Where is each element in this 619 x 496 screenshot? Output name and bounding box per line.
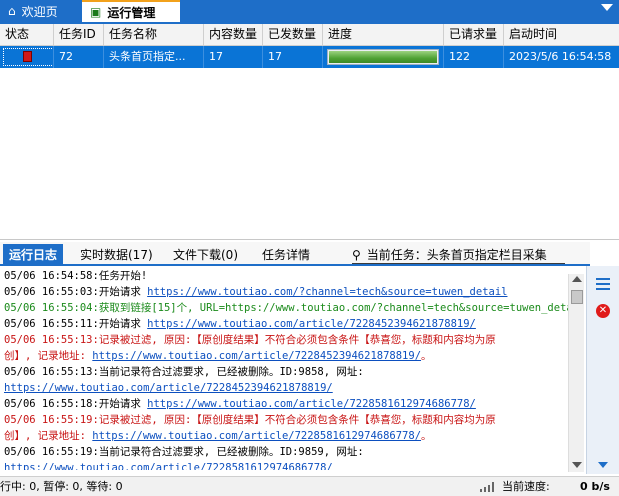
start-time-cell: 2023/5/6 16:54:58 — [509, 50, 612, 63]
column-header-status[interactable]: 状态 — [0, 24, 54, 46]
tab-welcome-label: 欢迎页 — [21, 4, 58, 19]
column-header-requested[interactable]: 已请求量 — [444, 24, 504, 46]
current-task-label: 当前任务：头条首页指定栏目采集 — [366, 248, 547, 262]
log-line-tail: 。 — [421, 350, 432, 362]
progress-cell — [323, 46, 444, 68]
log-line-text: 05/06 16:55:13:记录被过滤, 原因:【原创度结果】不符合必须包含条… — [4, 334, 496, 346]
log-line: 05/06 16:55:19:记录被过滤, 原因:【原创度结果】不符合必须包含条… — [2, 412, 568, 428]
task-grid: 状态 任务ID 任务名称 内容数量 已发数量 进度 已请求量 启动时间 72 头… — [0, 24, 619, 240]
log-link[interactable]: https://www.toutiao.com/?channel=tech&so… — [147, 286, 507, 298]
log-line-text: 05/06 16:54:58:任务开始! — [4, 270, 148, 282]
menu-icon[interactable] — [596, 278, 610, 290]
log-line: 05/06 16:55:11:开始请求 https://www.toutiao.… — [2, 316, 568, 332]
log-line-text: 05/06 16:55:11:开始请求 — [4, 318, 148, 330]
log-line: 创】, 记录地址: https://www.toutiao.com/articl… — [2, 428, 568, 444]
tab-run-management[interactable]: ▣ 运行管理 — [82, 0, 180, 22]
log-scrollbar[interactable] — [568, 274, 584, 472]
task-id-cell: 72 — [54, 46, 104, 68]
signal-icon — [480, 482, 494, 492]
monitor-icon: ▣ — [90, 5, 102, 19]
speed-value: 0 b/s — [580, 480, 610, 493]
status-bar: 行中: 0, 暂停: 0, 等待: 0 当前速度: 0 b/s — [0, 476, 619, 496]
tab-welcome[interactable]: ⌂ 欢迎页 — [0, 0, 80, 22]
current-task-indicator: ⚲ 当前任务：头条首页指定栏目采集 — [352, 246, 565, 264]
table-row[interactable]: 72 头条首页指定... 17 17 122 2023/5/6 16:54:58 — [0, 46, 619, 68]
requested-count-cell: 122 — [444, 46, 504, 68]
progress-bar — [327, 49, 439, 65]
log-line-text: 05/06 16:55:18:开始请求 — [4, 398, 148, 410]
tab-list-dropdown-icon[interactable] — [601, 4, 613, 11]
column-header-start-time[interactable]: 启动时间 — [504, 24, 619, 46]
column-header-progress[interactable]: 进度 — [323, 24, 444, 46]
log-link[interactable]: https://www.toutiao.com/article/72285816… — [147, 398, 476, 410]
task-status-icon — [23, 51, 32, 62]
sent-count-cell: 17 — [263, 46, 323, 68]
scrollbar-thumb[interactable] — [571, 290, 583, 304]
log-line-text: 05/06 16:55:03:开始请求 — [4, 286, 148, 298]
column-header-content-count[interactable]: 内容数量 — [204, 24, 263, 46]
log-link[interactable]: https://www.toutiao.com/article/72285816… — [4, 462, 333, 470]
log-line-text: 创】, 记录地址: — [4, 350, 93, 362]
tab-file-download[interactable]: 文件下载(0) — [167, 244, 244, 266]
log-line: 创】, 记录地址: https://www.toutiao.com/articl… — [2, 348, 568, 364]
log-line-text: 05/06 16:55:04:获取到链接[15]个, URL=https://w… — [4, 302, 568, 314]
task-name-cell: 头条首页指定... — [104, 46, 204, 68]
log-link[interactable]: https://www.toutiao.com/article/72284523… — [147, 318, 476, 330]
log-line: 05/06 16:55:19:当前记录符合过滤要求, 已经被删除。ID:9859… — [2, 444, 568, 460]
log-line-text: 05/06 16:55:19:记录被过滤, 原因:【原创度结果】不符合必须包含条… — [4, 414, 496, 426]
task-counts: 行中: 0, 暂停: 0, 等待: 0 — [0, 480, 123, 493]
log-line: 05/06 16:55:18:开始请求 https://www.toutiao.… — [2, 396, 568, 412]
progress-bar-fill — [329, 51, 437, 63]
log-line: 05/06 16:55:03:开始请求 https://www.toutiao.… — [2, 284, 568, 300]
content-count-cell: 17 — [204, 46, 263, 68]
close-circle-icon[interactable]: ✕ — [596, 304, 610, 318]
log-line: 05/06 16:55:13:当前记录符合过滤要求, 已经被删除。ID:9858… — [2, 364, 568, 380]
log-link[interactable]: https://www.toutiao.com/article/72284523… — [92, 350, 421, 362]
log-line: 05/06 16:54:58:任务开始! — [2, 268, 568, 284]
log-line-text: 05/06 16:55:19:当前记录符合过滤要求, 已经被删除。ID:9859… — [4, 446, 364, 458]
column-header-task-name[interactable]: 任务名称 — [104, 24, 204, 46]
tab-realtime-data[interactable]: 实时数据(17) — [74, 244, 159, 266]
log-line: 05/06 16:55:04:获取到链接[15]个, URL=https://w… — [2, 300, 568, 316]
column-header-task-id[interactable]: 任务ID — [54, 24, 104, 46]
tab-run-log[interactable]: 运行日志 — [3, 244, 64, 266]
top-tab-bar: ⌂ 欢迎页 ▣ 运行管理 — [0, 0, 619, 22]
side-scroll-down-icon[interactable] — [598, 462, 608, 468]
scroll-down-icon[interactable] — [572, 462, 582, 468]
log-line-tail: 。 — [421, 430, 432, 442]
location-pin-icon: ⚲ — [352, 248, 361, 262]
log-line: https://www.toutiao.com/article/72285816… — [2, 460, 568, 470]
log-line: https://www.toutiao.com/article/72284523… — [2, 380, 568, 396]
run-log[interactable]: 05/06 16:54:58:任务开始! 05/06 16:55:03:开始请求 … — [2, 268, 568, 470]
tab-task-detail[interactable]: 任务详情 — [256, 244, 316, 266]
grid-header-row: 状态 任务ID 任务名称 内容数量 已发数量 进度 已请求量 启动时间 — [0, 24, 619, 46]
column-header-sent-count[interactable]: 已发数量 — [263, 24, 323, 46]
speed-label: 当前速度: — [502, 480, 550, 493]
log-line-text: 05/06 16:55:13:当前记录符合过滤要求, 已经被删除。ID:9858… — [4, 366, 364, 378]
log-line: 05/06 16:55:13:记录被过滤, 原因:【原创度结果】不符合必须包含条… — [2, 332, 568, 348]
log-link[interactable]: https://www.toutiao.com/article/72284523… — [4, 382, 333, 394]
log-side-toolbar: ✕ — [586, 266, 619, 474]
log-link[interactable]: https://www.toutiao.com/article/72285816… — [92, 430, 421, 442]
scroll-up-icon[interactable] — [572, 276, 582, 282]
home-icon: ⌂ — [8, 4, 16, 18]
status-cell — [0, 46, 54, 68]
tab-run-management-label: 运行管理 — [107, 5, 156, 20]
log-line-text: 创】, 记录地址: — [4, 430, 93, 442]
